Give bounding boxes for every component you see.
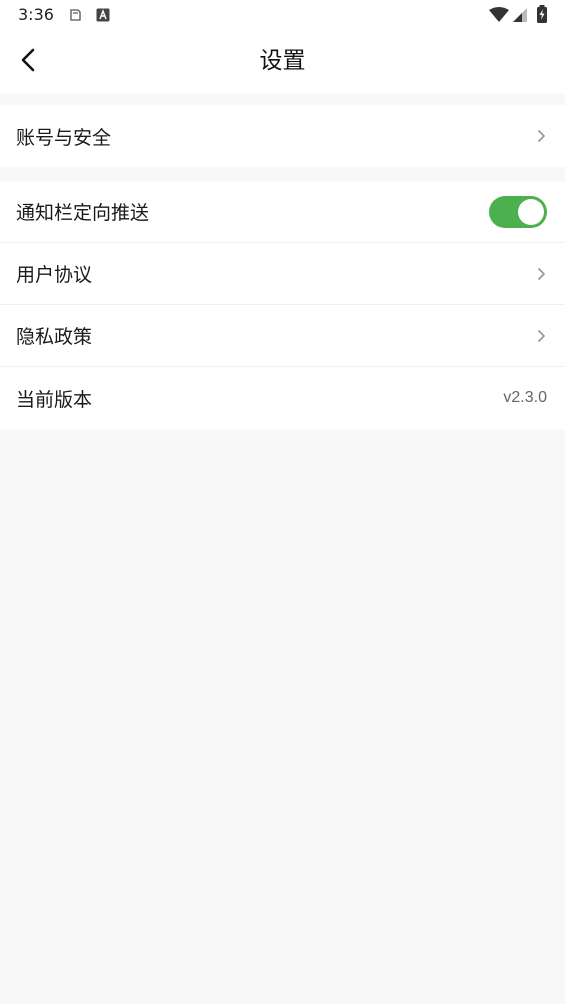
wifi-icon xyxy=(489,7,509,27)
font-a-icon xyxy=(96,7,110,26)
settings-item-user-agreement[interactable]: 用户协议 xyxy=(0,243,565,305)
app-bar: 设置 xyxy=(0,30,565,93)
settings-item-label: 通知栏定向推送 xyxy=(16,202,150,224)
version-value: v2.3.0 xyxy=(503,389,547,406)
settings-item-label: 隐私政策 xyxy=(16,326,93,348)
settings-item-current-version: 当前版本 v2.3.0 xyxy=(0,367,565,429)
chevron-left-icon xyxy=(20,48,36,76)
chevron-right-icon xyxy=(535,266,547,282)
back-button[interactable] xyxy=(10,44,46,80)
status-time: 3:36 xyxy=(18,5,54,24)
settings-group-general: 通知栏定向推送 用户协议 隐私政策 当前版本 v2.3.0 xyxy=(0,181,565,429)
settings-item-label: 账号与安全 xyxy=(16,126,112,149)
page-title: 设置 xyxy=(259,48,306,74)
settings-item-account-security[interactable]: 账号与安全 xyxy=(0,105,565,167)
battery-charging-icon xyxy=(536,5,548,27)
settings-item-label: 用户协议 xyxy=(16,264,93,286)
clipboard-icon xyxy=(68,7,82,26)
cell-signal-icon xyxy=(512,7,528,27)
settings-item-notification-push: 通知栏定向推送 xyxy=(0,181,565,243)
settings-group-account: 账号与安全 xyxy=(0,105,565,167)
toggle-knob xyxy=(518,198,544,225)
notification-push-toggle[interactable] xyxy=(489,195,547,228)
chevron-right-icon xyxy=(535,328,547,344)
settings-item-label: 当前版本 xyxy=(16,388,93,411)
settings-item-privacy-policy[interactable]: 隐私政策 xyxy=(0,305,565,367)
status-bar: 3:36 xyxy=(0,0,565,30)
chevron-right-icon xyxy=(535,128,547,144)
